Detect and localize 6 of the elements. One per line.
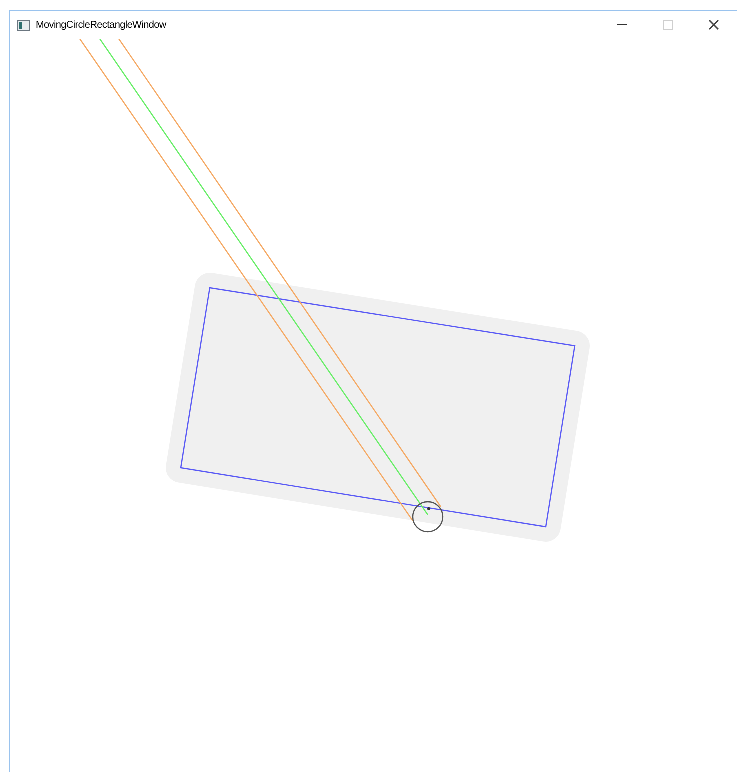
- app-icon: [17, 20, 30, 30]
- window-title: MovingCircleRectangleWindow: [36, 18, 166, 32]
- maximize-icon: [663, 20, 673, 30]
- circle-drawing: [412, 501, 444, 533]
- close-icon: [709, 20, 719, 30]
- minimize-icon: [617, 24, 627, 26]
